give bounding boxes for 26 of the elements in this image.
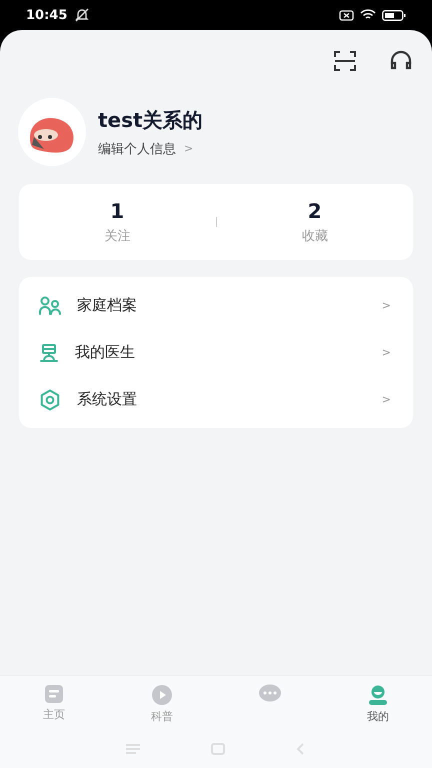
wifi-icon: [360, 9, 376, 21]
menu-item[interactable]: 系统设置 >: [19, 376, 413, 423]
stat-item[interactable]: 1 关注: [19, 198, 216, 246]
menu-icon[interactable]: [125, 743, 141, 755]
people-icon: [39, 296, 61, 316]
settings-icon: [39, 388, 61, 410]
menu-item[interactable]: 家庭档案 >: [19, 282, 413, 329]
chevron-icon: >: [382, 393, 391, 406]
doctor-icon: [39, 342, 59, 362]
tab[interactable]: 我的: [324, 676, 432, 730]
bell-off-icon: [75, 8, 90, 22]
battery-icon: [382, 10, 406, 20]
menu-item[interactable]: 我的医生 >: [19, 329, 413, 376]
chevron-icon: >: [382, 346, 391, 359]
play-icon: [151, 684, 173, 706]
square-icon[interactable]: [211, 743, 225, 755]
chat-icon: [258, 684, 282, 704]
user-name: test关系的: [98, 106, 203, 134]
stat-item[interactable]: 2 收藏: [216, 198, 413, 246]
scan-button[interactable]: [332, 48, 358, 74]
chevron-icon: >: [382, 299, 391, 312]
person-icon: [367, 684, 389, 706]
edit-profile-link[interactable]: 编辑个人信息 >: [98, 140, 203, 158]
status-time: 10:45: [26, 8, 68, 22]
document-icon: [44, 684, 64, 704]
sim-icon: [339, 10, 354, 20]
